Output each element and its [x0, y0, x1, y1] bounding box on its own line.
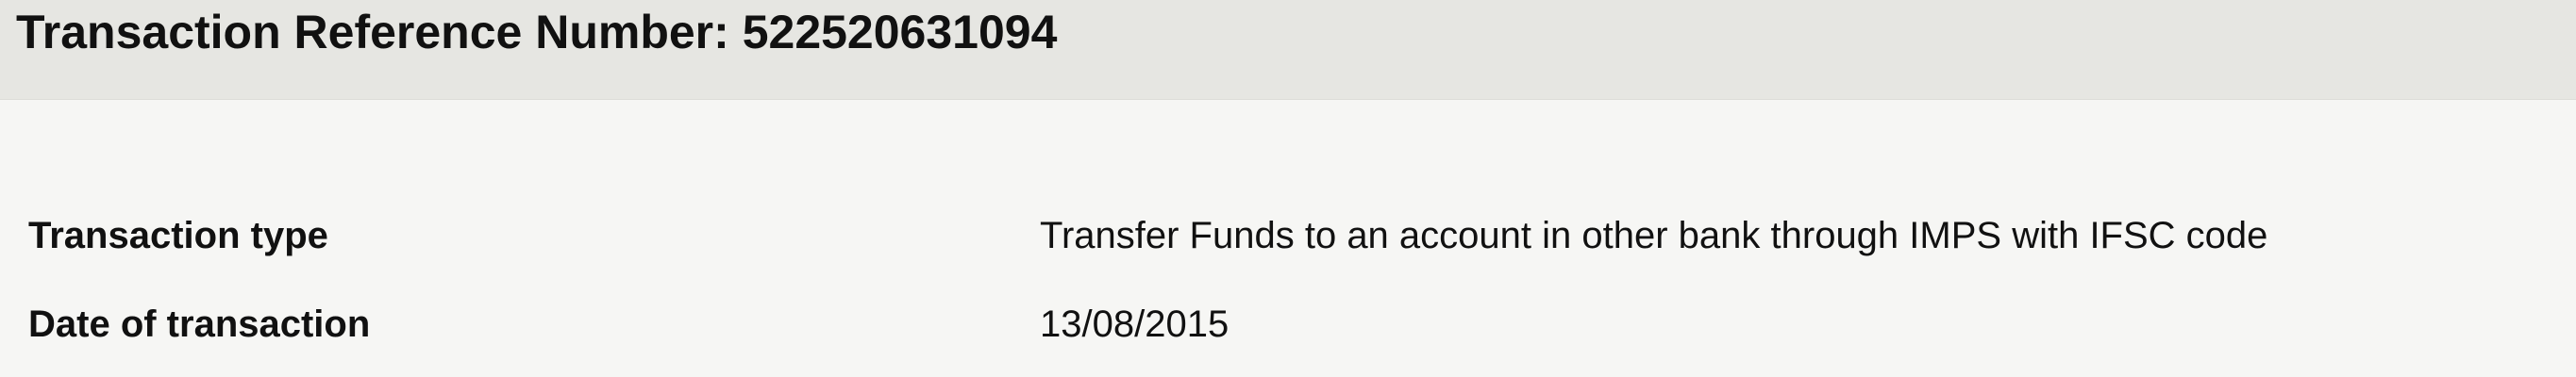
reference-label: Transaction Reference Number: [16, 6, 729, 58]
date-label: Date of transaction [28, 303, 371, 345]
transaction-type-value: Transfer Funds to an account in other ba… [1040, 215, 2268, 256]
transaction-type-label: Transaction type [28, 215, 328, 256]
reference-number: 522520631094 [742, 6, 1058, 58]
detail-row-date: Date of transaction 13/08/2015 [0, 296, 2576, 352]
page-title: Transaction Reference Number: 5225206310… [16, 4, 1057, 60]
detail-row-transaction-type: Transaction type Transfer Funds to an ac… [0, 207, 2576, 264]
date-value: 13/08/2015 [1040, 303, 1229, 345]
transaction-details: Transaction type Transfer Funds to an ac… [0, 100, 2576, 377]
transaction-header: Transaction Reference Number: 5225206310… [0, 0, 2576, 100]
